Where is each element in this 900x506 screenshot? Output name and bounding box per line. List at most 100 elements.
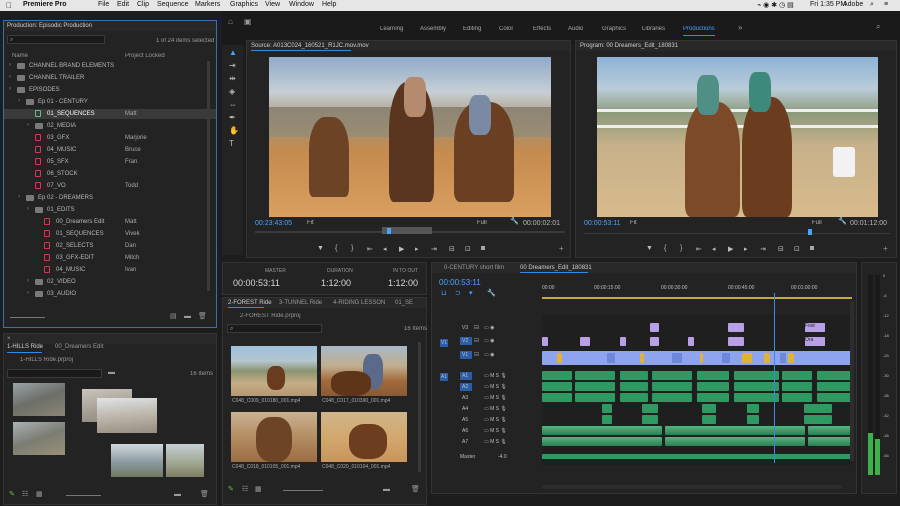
type-tool-icon[interactable]: T bbox=[229, 139, 234, 148]
audio-clip[interactable] bbox=[620, 371, 648, 380]
project-tree-row[interactable]: 03_GFX-EDIT Mitch bbox=[4, 253, 216, 263]
column-project-locked[interactable]: Project Locked bbox=[125, 53, 165, 59]
audio-clip[interactable] bbox=[542, 426, 662, 435]
audio-clip[interactable] bbox=[575, 371, 615, 380]
audio-clip[interactable] bbox=[652, 371, 692, 380]
ripple-edit-icon[interactable]: ⇹ bbox=[229, 74, 236, 83]
work-area-bar[interactable] bbox=[542, 297, 852, 299]
disclosure-icon[interactable]: › bbox=[27, 206, 29, 212]
source-patch-a1[interactable]: A1 bbox=[440, 373, 449, 381]
timeline-clip[interactable] bbox=[688, 337, 694, 346]
list-view-icon[interactable]: ☷ bbox=[22, 491, 28, 499]
column-name[interactable]: Name bbox=[12, 53, 28, 59]
lift-icon[interactable]: ⊟ bbox=[778, 245, 784, 253]
apple-icon[interactable]:  bbox=[6, 1, 12, 10]
program-fit-select[interactable]: Fit bbox=[630, 220, 637, 226]
project-panel-title[interactable]: Production: Episodic Production bbox=[7, 23, 92, 29]
disclosure-icon[interactable]: › bbox=[18, 98, 20, 104]
video-clip[interactable] bbox=[640, 353, 644, 363]
timeline-clip[interactable] bbox=[728, 337, 744, 346]
menu-clip[interactable]: Clip bbox=[137, 1, 149, 8]
audio-clip[interactable] bbox=[702, 404, 716, 413]
workspace-effects[interactable]: Effects bbox=[533, 26, 551, 32]
clip-thumbnail[interactable] bbox=[13, 383, 65, 416]
clip-thumbnail[interactable] bbox=[231, 412, 317, 462]
trash-icon[interactable]: 🗑 bbox=[200, 491, 209, 499]
clip-thumbnail[interactable] bbox=[111, 444, 163, 477]
track-visibility-icon[interactable]: ▭ ◉ bbox=[484, 352, 494, 358]
track-lock-icon[interactable]: ⊟ bbox=[474, 351, 479, 359]
step-forward-icon[interactable]: ▸ bbox=[415, 245, 419, 253]
timeline-clip[interactable] bbox=[542, 337, 548, 346]
master-volume[interactable]: -4.0 bbox=[498, 454, 507, 460]
new-bin-icon[interactable]: ▬ bbox=[383, 486, 390, 494]
video-clip[interactable] bbox=[742, 353, 752, 363]
program-title[interactable]: Program: 00 Dreamers_Edit_180831 bbox=[580, 43, 678, 49]
audio-clip[interactable] bbox=[804, 404, 832, 413]
audio-clip[interactable] bbox=[702, 415, 716, 424]
track-label[interactable]: Master bbox=[460, 454, 475, 460]
menu-help[interactable]: Help bbox=[322, 1, 336, 8]
icon-view-icon[interactable]: ▦ bbox=[36, 491, 43, 499]
add-marker-icon[interactable]: ▼ bbox=[646, 245, 653, 252]
audio-clip[interactable] bbox=[734, 382, 779, 391]
project-tree-row[interactable]: › EPISODES bbox=[4, 85, 216, 95]
program-playhead[interactable] bbox=[808, 229, 812, 235]
icon-view-icon[interactable]: ▦ bbox=[255, 486, 262, 494]
track-visibility-icon[interactable]: ▭ ◉ bbox=[484, 325, 494, 331]
project-tree-row[interactable]: › 02_MEDIA bbox=[4, 121, 216, 131]
insert-icon[interactable]: ⊟ bbox=[449, 245, 455, 253]
disclosure-icon[interactable]: › bbox=[27, 122, 29, 128]
clip-thumbnail[interactable] bbox=[321, 412, 407, 462]
video-clip[interactable] bbox=[788, 353, 794, 363]
disclosure-icon[interactable]: › bbox=[9, 62, 11, 68]
audio-clip[interactable] bbox=[697, 393, 729, 402]
new-bin-icon[interactable]: ▬ bbox=[108, 369, 115, 377]
add-button-icon[interactable]: + bbox=[883, 245, 888, 253]
track-label[interactable]: A1 bbox=[462, 373, 468, 379]
source-resolution-select[interactable]: Full bbox=[477, 220, 487, 226]
audio-clip[interactable] bbox=[575, 382, 615, 391]
list-view-icon[interactable]: ☷ bbox=[242, 486, 248, 494]
menu-window[interactable]: Window bbox=[289, 1, 314, 8]
project-tree-row[interactable]: 01_SEQUENCES Vivek bbox=[4, 229, 216, 239]
video-clip[interactable] bbox=[764, 353, 770, 363]
video-clip[interactable] bbox=[780, 353, 786, 363]
audio-clip[interactable] bbox=[782, 371, 812, 380]
mark-in-icon[interactable]: { bbox=[664, 245, 666, 252]
audio-clip[interactable] bbox=[817, 382, 852, 391]
camera-icon[interactable]: ◙ bbox=[810, 245, 814, 252]
workspace-editing[interactable]: Editing bbox=[463, 26, 481, 32]
audio-clip[interactable] bbox=[734, 393, 779, 402]
step-back-icon[interactable]: ◂ bbox=[712, 245, 716, 253]
track-select-icon[interactable]: ⇥ bbox=[229, 61, 236, 70]
workspace-assembly[interactable]: Assembly bbox=[420, 26, 446, 32]
save-icon[interactable]: ▣ bbox=[244, 18, 252, 26]
program-scrubber[interactable] bbox=[584, 233, 890, 234]
track-mute-solo-controls[interactable]: ▭ M S 🎙 bbox=[484, 428, 507, 434]
audio-clip[interactable] bbox=[652, 382, 692, 391]
step-back-icon[interactable]: ◂ bbox=[383, 245, 387, 253]
video-clip[interactable] bbox=[607, 353, 615, 363]
new-item-icon[interactable]: ▤ bbox=[170, 313, 177, 321]
go-to-out-icon[interactable]: ⇥ bbox=[431, 245, 437, 253]
selection-tool-icon[interactable]: ▲ bbox=[229, 48, 237, 57]
bin-search-input[interactable] bbox=[7, 369, 102, 378]
audio-clip[interactable] bbox=[697, 382, 729, 391]
audio-clip[interactable] bbox=[602, 415, 612, 424]
user-name[interactable]: Adobe bbox=[843, 1, 863, 8]
timeline-clip[interactable] bbox=[580, 337, 590, 346]
track-label[interactable]: A7 bbox=[462, 439, 468, 445]
audio-clip[interactable] bbox=[747, 415, 759, 424]
audio-clip[interactable] bbox=[620, 382, 648, 391]
audio-clip[interactable] bbox=[782, 393, 812, 402]
mark-out-icon[interactable]: } bbox=[680, 245, 682, 252]
app-name[interactable]: Premiere Pro bbox=[23, 1, 67, 8]
timeline-clip[interactable] bbox=[650, 323, 659, 332]
menu-graphics[interactable]: Graphics bbox=[230, 1, 258, 8]
project-tree-row[interactable]: › CHANNEL TRAILER bbox=[4, 73, 216, 83]
tab-dreamers-edit[interactable]: 00 Dreamers_Edit_180831 bbox=[520, 265, 592, 271]
audio-clip[interactable] bbox=[642, 415, 658, 424]
add-marker-icon[interactable]: ▾ bbox=[469, 289, 473, 297]
audio-clip[interactable] bbox=[804, 415, 832, 424]
